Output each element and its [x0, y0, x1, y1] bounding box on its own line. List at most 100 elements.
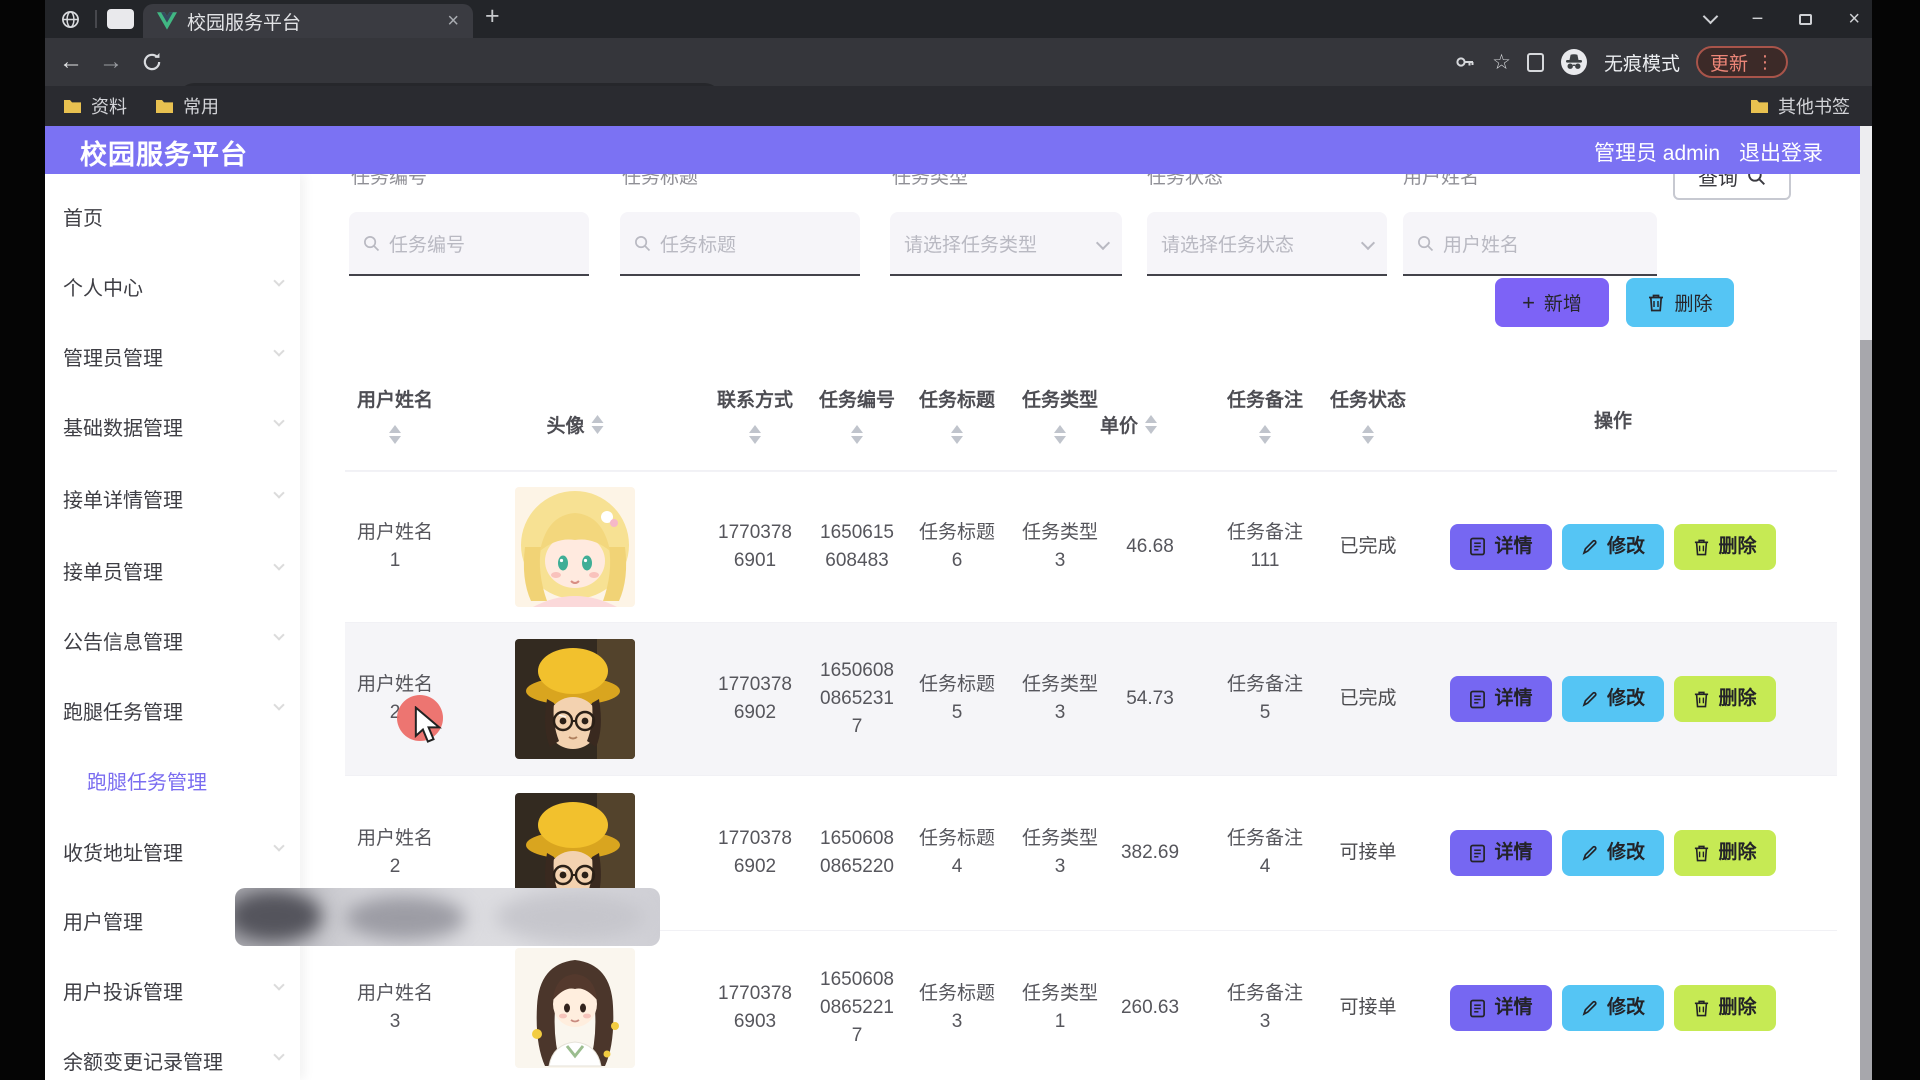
page-scrollbar[interactable]: [1860, 126, 1872, 1080]
window-maximize-button[interactable]: [1799, 14, 1812, 25]
edit-button[interactable]: 修改: [1562, 676, 1664, 722]
cell-price: 46.68: [1100, 533, 1200, 561]
column-label: 操作: [1594, 406, 1632, 433]
edit-button[interactable]: 修改: [1562, 985, 1664, 1031]
browser-globe-icon[interactable]: [55, 6, 85, 32]
column-label: 用户姓名: [357, 385, 433, 412]
sort-carets-icon[interactable]: [389, 425, 401, 444]
extension-box-icon[interactable]: [1527, 53, 1544, 72]
column-label: 任务编号: [819, 385, 895, 412]
cell-contact: 1770378 6902: [707, 671, 803, 727]
sort-carets-icon[interactable]: [749, 425, 761, 444]
tab-search-chevron-icon[interactable]: [1702, 8, 1718, 24]
cell-contact: 1770378 6901: [707, 519, 803, 575]
detail-button[interactable]: 详情: [1450, 985, 1552, 1031]
browser-update-button[interactable]: 更新 ⋮: [1696, 46, 1788, 78]
browser-tab-bar: 校园服务平台 × + − ×: [45, 0, 1872, 38]
detail-button[interactable]: 详情: [1450, 676, 1552, 722]
browser-tab[interactable]: 校园服务平台 ×: [143, 4, 473, 38]
delete-button[interactable]: 删除: [1674, 524, 1776, 570]
sidebar-item-admin-management[interactable]: 管理员管理: [63, 342, 163, 371]
cell-task-status: 可接单: [1318, 994, 1418, 1022]
sidebar-item-delivery-address[interactable]: 收货地址管理: [63, 837, 183, 866]
sort-carets-icon[interactable]: [1259, 425, 1271, 444]
bookmark-folder[interactable]: 常用: [155, 86, 219, 126]
sidebar-item-home[interactable]: 首页: [63, 202, 103, 231]
back-button[interactable]: ←: [59, 48, 83, 76]
task-no-input[interactable]: 任务编号: [349, 212, 589, 276]
trash-icon: [1693, 844, 1710, 862]
tab-close-icon[interactable]: ×: [447, 10, 459, 33]
new-tab-button[interactable]: +: [485, 2, 500, 31]
cell-price: 260.63: [1100, 994, 1200, 1022]
sidebar-item-order-detail[interactable]: 接单详情管理: [63, 484, 183, 513]
detail-button[interactable]: 详情: [1450, 830, 1552, 876]
sidebar-item-order-taker[interactable]: 接单员管理: [63, 556, 163, 585]
chevron-icon: [273, 979, 284, 990]
bookmark-folder[interactable]: 资料: [63, 86, 127, 126]
column-header-task-note[interactable]: 任务备注: [1217, 378, 1313, 444]
edit-button[interactable]: 修改: [1562, 830, 1664, 876]
sidebar-item-user-management[interactable]: 用户管理: [63, 906, 143, 935]
chevron-icon: [273, 275, 284, 286]
other-bookmarks[interactable]: 其他书签: [1750, 86, 1850, 126]
cell-user-name: 用户姓名 1: [347, 519, 443, 575]
password-key-icon[interactable]: [1454, 51, 1476, 73]
bookmark-star-icon[interactable]: ☆: [1492, 50, 1511, 75]
sidebar-item-errand-task-parent[interactable]: 跑腿任务管理: [63, 696, 183, 725]
chevron-down-icon: [1096, 236, 1110, 250]
column-header-task-type[interactable]: 任务类型: [1012, 378, 1108, 444]
app-title: 校园服务平台: [80, 133, 248, 172]
delete-button[interactable]: 删除: [1674, 985, 1776, 1031]
column-header-user-name[interactable]: 用户姓名: [347, 378, 443, 444]
sort-carets-icon[interactable]: [851, 425, 863, 444]
task-type-select[interactable]: 请选择任务类型: [890, 212, 1122, 276]
sort-carets-icon[interactable]: [1145, 415, 1157, 434]
incognito-badge-icon: [1560, 48, 1588, 76]
logout-link[interactable]: 退出登录: [1739, 137, 1823, 167]
cell-task-no: 1650608 0865221 7: [809, 966, 905, 1050]
cell-user-name: 用户姓名 2: [347, 825, 443, 881]
user-name-input[interactable]: 用户姓名: [1403, 212, 1657, 276]
browser-menu-icon[interactable]: ⋮: [1756, 52, 1774, 73]
cell-avatar[interactable]: [515, 639, 635, 759]
sidebar-item-label: 用户管理: [63, 912, 143, 934]
sort-carets-icon[interactable]: [592, 415, 604, 434]
reload-icon[interactable]: [141, 51, 163, 73]
sidebar-item-user-complaint[interactable]: 用户投诉管理: [63, 976, 183, 1005]
forward-button[interactable]: →: [99, 48, 123, 76]
delete-button[interactable]: 删除: [1674, 830, 1776, 876]
sidebar-item-announcement[interactable]: 公告信息管理: [63, 626, 183, 655]
admin-user-label[interactable]: 管理员 admin: [1594, 137, 1720, 167]
delete-button[interactable]: 删除: [1674, 676, 1776, 722]
add-button[interactable]: + 新增: [1495, 278, 1609, 327]
window-minimize-button[interactable]: −: [1752, 9, 1764, 29]
edit-button[interactable]: 修改: [1562, 524, 1664, 570]
pinned-tab-icon[interactable]: [107, 9, 134, 29]
cell-avatar[interactable]: [515, 948, 635, 1068]
task-status-select[interactable]: 请选择任务状态: [1147, 212, 1387, 276]
column-header-avatar[interactable]: 头像: [546, 378, 603, 471]
scrollbar-thumb[interactable]: [1860, 340, 1872, 1080]
sort-carets-icon[interactable]: [1054, 425, 1066, 444]
sort-carets-icon[interactable]: [1362, 425, 1374, 444]
window-close-button[interactable]: ×: [1848, 9, 1860, 29]
sidebar-item-balance-record[interactable]: 余额变更记录管理: [63, 1046, 223, 1075]
column-header-contact[interactable]: 联系方式: [707, 378, 803, 444]
cell-task-no: 1650608 0865220: [809, 825, 905, 881]
cell-avatar[interactable]: [515, 487, 635, 607]
column-header-task-title[interactable]: 任务标题: [909, 378, 1005, 444]
bulk-delete-button[interactable]: 删除: [1626, 278, 1734, 327]
cell-task-note: 任务备注 5: [1217, 671, 1313, 727]
sidebar-item-basic-data[interactable]: 基础数据管理: [63, 412, 183, 441]
sidebar-item-errand-task-active[interactable]: 跑腿任务管理: [87, 766, 207, 795]
column-header-task-no[interactable]: 任务编号: [809, 378, 905, 444]
sort-carets-icon[interactable]: [951, 425, 963, 444]
cell-task-status: 已完成: [1318, 685, 1418, 713]
sidebar-item-personal-center[interactable]: 个人中心: [63, 272, 143, 301]
column-header-price[interactable]: 单价: [1100, 378, 1200, 471]
trash-icon: [1693, 690, 1710, 708]
column-header-task-status[interactable]: 任务状态: [1318, 378, 1418, 444]
detail-button[interactable]: 详情: [1450, 524, 1552, 570]
task-title-input[interactable]: 任务标题: [620, 212, 860, 276]
